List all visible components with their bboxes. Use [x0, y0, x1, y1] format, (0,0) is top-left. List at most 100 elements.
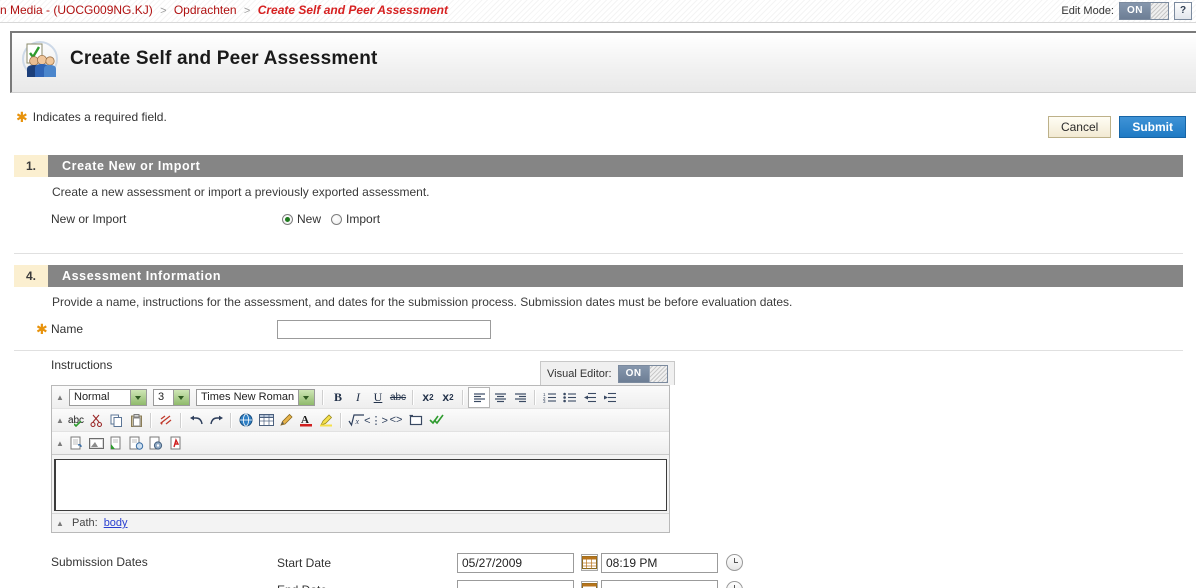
editor-path-value[interactable]: body: [104, 517, 128, 529]
font-size-value: 3: [158, 390, 165, 403]
numbered-list-icon[interactable]: 1 2 3: [540, 388, 560, 407]
radio-new-label[interactable]: New: [297, 212, 321, 226]
highlight-icon[interactable]: [316, 411, 336, 430]
section-header-create-new-or-import: 1. Create New or Import: [14, 155, 1183, 177]
svg-text:x: x: [354, 417, 359, 426]
strikethrough-icon[interactable]: abc: [388, 388, 408, 407]
toolbar-separator: [150, 412, 152, 428]
align-left-icon[interactable]: [468, 386, 490, 408]
end-time-input[interactable]: [601, 580, 718, 588]
align-right-icon[interactable]: [510, 388, 530, 407]
clock-icon[interactable]: [726, 581, 743, 588]
section-title: Create New or Import: [48, 155, 1183, 177]
spellcheck-icon[interactable]: abc: [66, 411, 86, 430]
start-date-input[interactable]: [457, 553, 574, 573]
page-title-panel: Create Self and Peer Assessment: [10, 31, 1196, 93]
visual-editor-on-state[interactable]: ON: [618, 366, 649, 382]
cut-icon[interactable]: [86, 411, 106, 430]
required-field-note: ✱ Indicates a required field.: [16, 110, 167, 124]
align-center-icon[interactable]: [490, 388, 510, 407]
radio-import-input[interactable]: [331, 213, 343, 225]
collapse-icon[interactable]: ▲: [54, 393, 66, 402]
breadcrumb-separator: >: [243, 5, 251, 17]
remove-formatting-icon[interactable]: [156, 411, 176, 430]
insert-media-icon[interactable]: [146, 434, 166, 453]
redo-icon[interactable]: [206, 411, 226, 430]
collapse-icon[interactable]: ▲: [54, 519, 66, 528]
insert-pdf-icon[interactable]: [166, 434, 186, 453]
toolbar-separator: [462, 389, 464, 405]
subscript-icon[interactable]: x2: [418, 388, 438, 407]
toolbar-separator: [322, 389, 324, 405]
chevron-down-icon[interactable]: [298, 389, 314, 405]
html-source-icon[interactable]: <>: [386, 411, 406, 430]
font-family-select[interactable]: Times New Roman: [196, 388, 315, 406]
preview-icon[interactable]: [406, 411, 426, 430]
start-time-input[interactable]: [601, 553, 718, 573]
insert-mashup-icon[interactable]: [126, 434, 146, 453]
math-formula-icon[interactable]: x: [346, 411, 366, 430]
underline-icon[interactable]: U: [368, 388, 388, 407]
end-date-input[interactable]: [457, 580, 574, 588]
copy-icon[interactable]: [106, 411, 126, 430]
special-character-icon[interactable]: <⋮>: [364, 411, 388, 430]
bold-icon[interactable]: B: [328, 388, 348, 407]
undo-icon[interactable]: [186, 411, 206, 430]
visual-editor-toggle[interactable]: ON: [617, 365, 668, 383]
collapse-icon[interactable]: ▲: [54, 439, 66, 448]
cancel-button[interactable]: Cancel: [1047, 116, 1112, 138]
bulleted-list-icon[interactable]: [560, 388, 580, 407]
toolbar-separator: [534, 389, 536, 405]
edit-mode-toggle[interactable]: ON: [1119, 2, 1169, 20]
insert-document-icon[interactable]: [106, 434, 126, 453]
action-buttons-top: Cancel Submit: [1047, 116, 1186, 138]
submission-dates-label: Submission Dates: [51, 555, 148, 569]
collapse-icon[interactable]: ▲: [54, 416, 66, 425]
submit-button[interactable]: Submit: [1119, 116, 1186, 138]
breadcrumb-item-current: Create Self and Peer Assessment: [257, 3, 448, 17]
end-date-label: End Date: [277, 583, 327, 588]
name-input[interactable]: [277, 320, 491, 339]
breadcrumb-item-course[interactable]: n Media - (UOCG009NG.KJ): [0, 3, 153, 17]
radio-new-input[interactable]: [282, 213, 293, 225]
breadcrumb-separator: >: [160, 5, 167, 17]
section-number: 1.: [14, 155, 48, 177]
insert-table-icon[interactable]: [256, 411, 276, 430]
chevron-down-icon[interactable]: [130, 389, 146, 405]
spellcheck-alt-icon[interactable]: [426, 411, 446, 430]
indent-icon[interactable]: [600, 388, 620, 407]
section-title: Assessment Information: [48, 265, 1183, 287]
paste-icon[interactable]: [126, 411, 146, 430]
insert-image-icon[interactable]: [86, 434, 106, 453]
page-title: Create Self and Peer Assessment: [70, 48, 378, 69]
required-field-text: Indicates a required field.: [32, 110, 167, 124]
outdent-icon[interactable]: [580, 388, 600, 407]
svg-text:3: 3: [543, 399, 546, 403]
font-size-select[interactable]: 3: [153, 388, 190, 406]
pencil-icon[interactable]: [276, 411, 296, 430]
paragraph-format-select[interactable]: Normal: [69, 388, 147, 406]
breadcrumb: n Media - (UOCG009NG.KJ) > Opdrachten > …: [0, 3, 448, 17]
new-or-import-radio-group: New Import: [282, 212, 380, 226]
edit-mode-off-state[interactable]: [1150, 3, 1168, 19]
help-icon[interactable]: ?: [1174, 2, 1192, 20]
hyperlink-icon[interactable]: [236, 411, 256, 430]
superscript-icon[interactable]: x2: [438, 388, 458, 407]
instructions-editor-body[interactable]: [54, 459, 667, 511]
text-color-icon[interactable]: A: [296, 411, 316, 430]
radio-option-new[interactable]: New: [282, 212, 321, 226]
calendar-icon[interactable]: [581, 581, 598, 588]
edit-mode-on-state[interactable]: ON: [1120, 3, 1150, 19]
toolbar-separator: [180, 412, 182, 428]
editor-path-label: Path:: [72, 517, 98, 529]
visual-editor-off-state[interactable]: [648, 366, 667, 382]
radio-import-label[interactable]: Import: [346, 212, 380, 226]
toolbar-separator: [412, 389, 414, 405]
calendar-icon[interactable]: [581, 554, 598, 571]
attach-file-icon[interactable]: [66, 434, 86, 453]
breadcrumb-item-opdrachten[interactable]: Opdrachten: [174, 3, 237, 17]
clock-icon[interactable]: [726, 554, 743, 571]
italic-icon[interactable]: I: [348, 388, 368, 407]
radio-option-import[interactable]: Import: [331, 212, 380, 226]
chevron-down-icon[interactable]: [173, 389, 189, 405]
